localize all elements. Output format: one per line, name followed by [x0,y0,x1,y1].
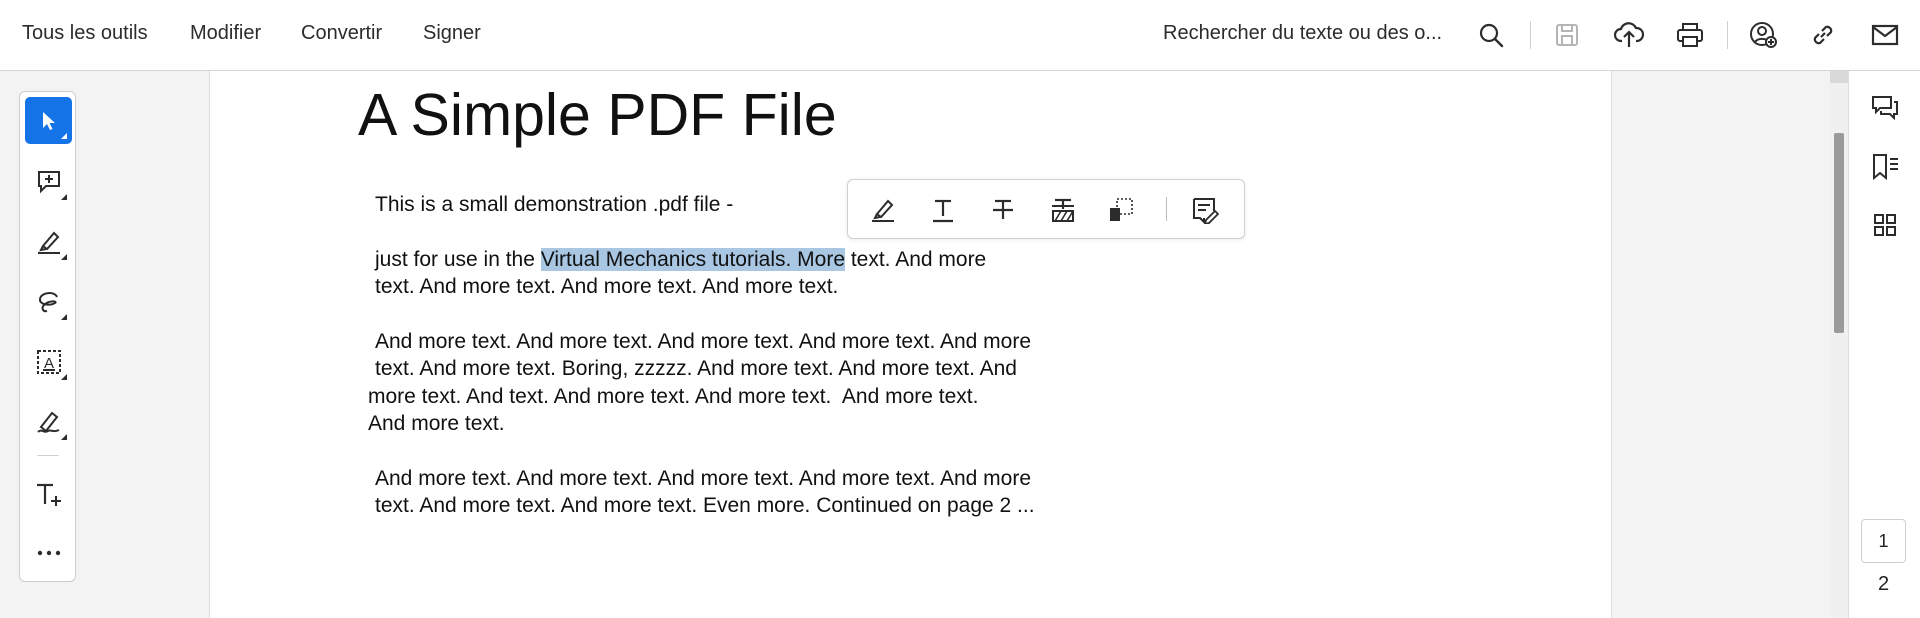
replace-text-icon [1052,198,1074,222]
toolbar-divider [1727,21,1728,49]
strikethrough-text-button[interactable] [986,193,1020,227]
select-tool-button[interactable] [25,97,72,144]
tool-flyout-indicator [61,314,67,320]
tools-rail: A [19,91,76,582]
thumbnails-grid-icon[interactable] [1869,209,1901,241]
menu-convert[interactable]: Convertir [301,22,382,45]
share-user-icon[interactable] [1748,18,1778,52]
top-toolbar: Tous les outils Modifier Convertir Signe… [0,0,1920,71]
total-pages: 2 [1877,573,1890,595]
document-text-line: And more text. And more text. And more t… [375,467,1031,490]
text-recognition-icon: A [36,349,61,374]
document-text-line: text. And more text. And more text. Even… [375,494,1035,517]
right-rail: 1 2 [1848,71,1920,618]
scrollbar-thumb[interactable] [1834,133,1844,333]
comment-note-icon [1193,198,1219,224]
select-pointer-icon [42,111,55,130]
document-text-line: And more text. And more text. And more t… [375,330,1031,353]
document-text-line: This is a small demonstration .pdf file … [375,193,734,216]
copy-icon [1110,198,1133,221]
menu-sign[interactable]: Signer [423,22,481,45]
document-text-line: more text. And text. And more text. And … [368,385,979,408]
menu-all-tools[interactable]: Tous les outils [22,22,148,45]
copy-text-button[interactable] [1104,193,1138,227]
current-page-input[interactable]: 1 [1861,519,1906,563]
underline-icon [933,199,953,223]
document-text-line: just for use in the Virtual Mechanics tu… [375,248,986,272]
search-field[interactable]: Rechercher du texte ou des o... [1163,22,1442,45]
right-panel [1611,71,1830,618]
tool-flyout-indicator [61,434,67,440]
upload-cloud-icon[interactable] [1614,18,1644,52]
add-note-button[interactable] [1188,193,1222,227]
replace-text-button[interactable] [1046,193,1080,227]
tool-flyout-indicator [61,374,67,380]
text-recognition-button[interactable]: A [25,338,72,385]
toolbar-divider [1530,21,1531,49]
document-page: A Simple PDF File This is a small demons… [211,71,1611,618]
add-text-icon [36,483,61,506]
signature-pen-icon [36,411,59,433]
menu-edit[interactable]: Modifier [190,22,261,45]
comments-icon[interactable] [1869,92,1901,124]
toolbar-divider [1166,197,1167,221]
tool-flyout-indicator [61,254,67,260]
text-markup-toolbar [847,179,1245,239]
link-icon[interactable] [1808,18,1838,52]
document-text-line: text. And more text. And more text. And … [375,275,839,298]
add-text-button[interactable] [25,470,72,517]
mail-icon[interactable] [1870,18,1900,52]
scroll-up-button[interactable] [1830,71,1848,83]
more-tools-button[interactable] [25,529,72,576]
save-icon[interactable] [1552,18,1582,52]
add-comment-button[interactable] [25,158,72,205]
search-icon[interactable] [1476,18,1506,52]
print-icon[interactable] [1675,18,1705,52]
document-text-line: text. And more text. Boring, zzzzz. And … [375,357,1017,380]
more-tools-icon [37,550,60,555]
highlight-pen-icon [37,231,60,254]
sign-tool-button[interactable] [25,398,72,445]
draw-tool-button[interactable] [25,278,72,325]
text-segment: text. And more [845,248,987,271]
draw-freeform-icon [38,291,58,312]
selected-text[interactable]: Virtual Mechanics tutorials. More [540,248,845,271]
tools-divider [37,455,59,456]
highlight-text-button[interactable] [866,193,900,227]
document-text-line: And more text. [368,412,505,435]
strikethrough-icon [993,199,1013,219]
highlight-icon [872,199,894,222]
tool-flyout-indicator [61,133,67,139]
document-title: A Simple PDF File [358,82,837,148]
underline-text-button[interactable] [926,193,960,227]
vertical-scrollbar[interactable] [1830,71,1848,618]
highlight-tool-button[interactable] [25,218,72,265]
text-segment: just for use in the [375,248,541,271]
bookmarks-icon[interactable] [1869,151,1901,183]
add-comment-icon [37,170,60,193]
tool-flyout-indicator [61,194,67,200]
